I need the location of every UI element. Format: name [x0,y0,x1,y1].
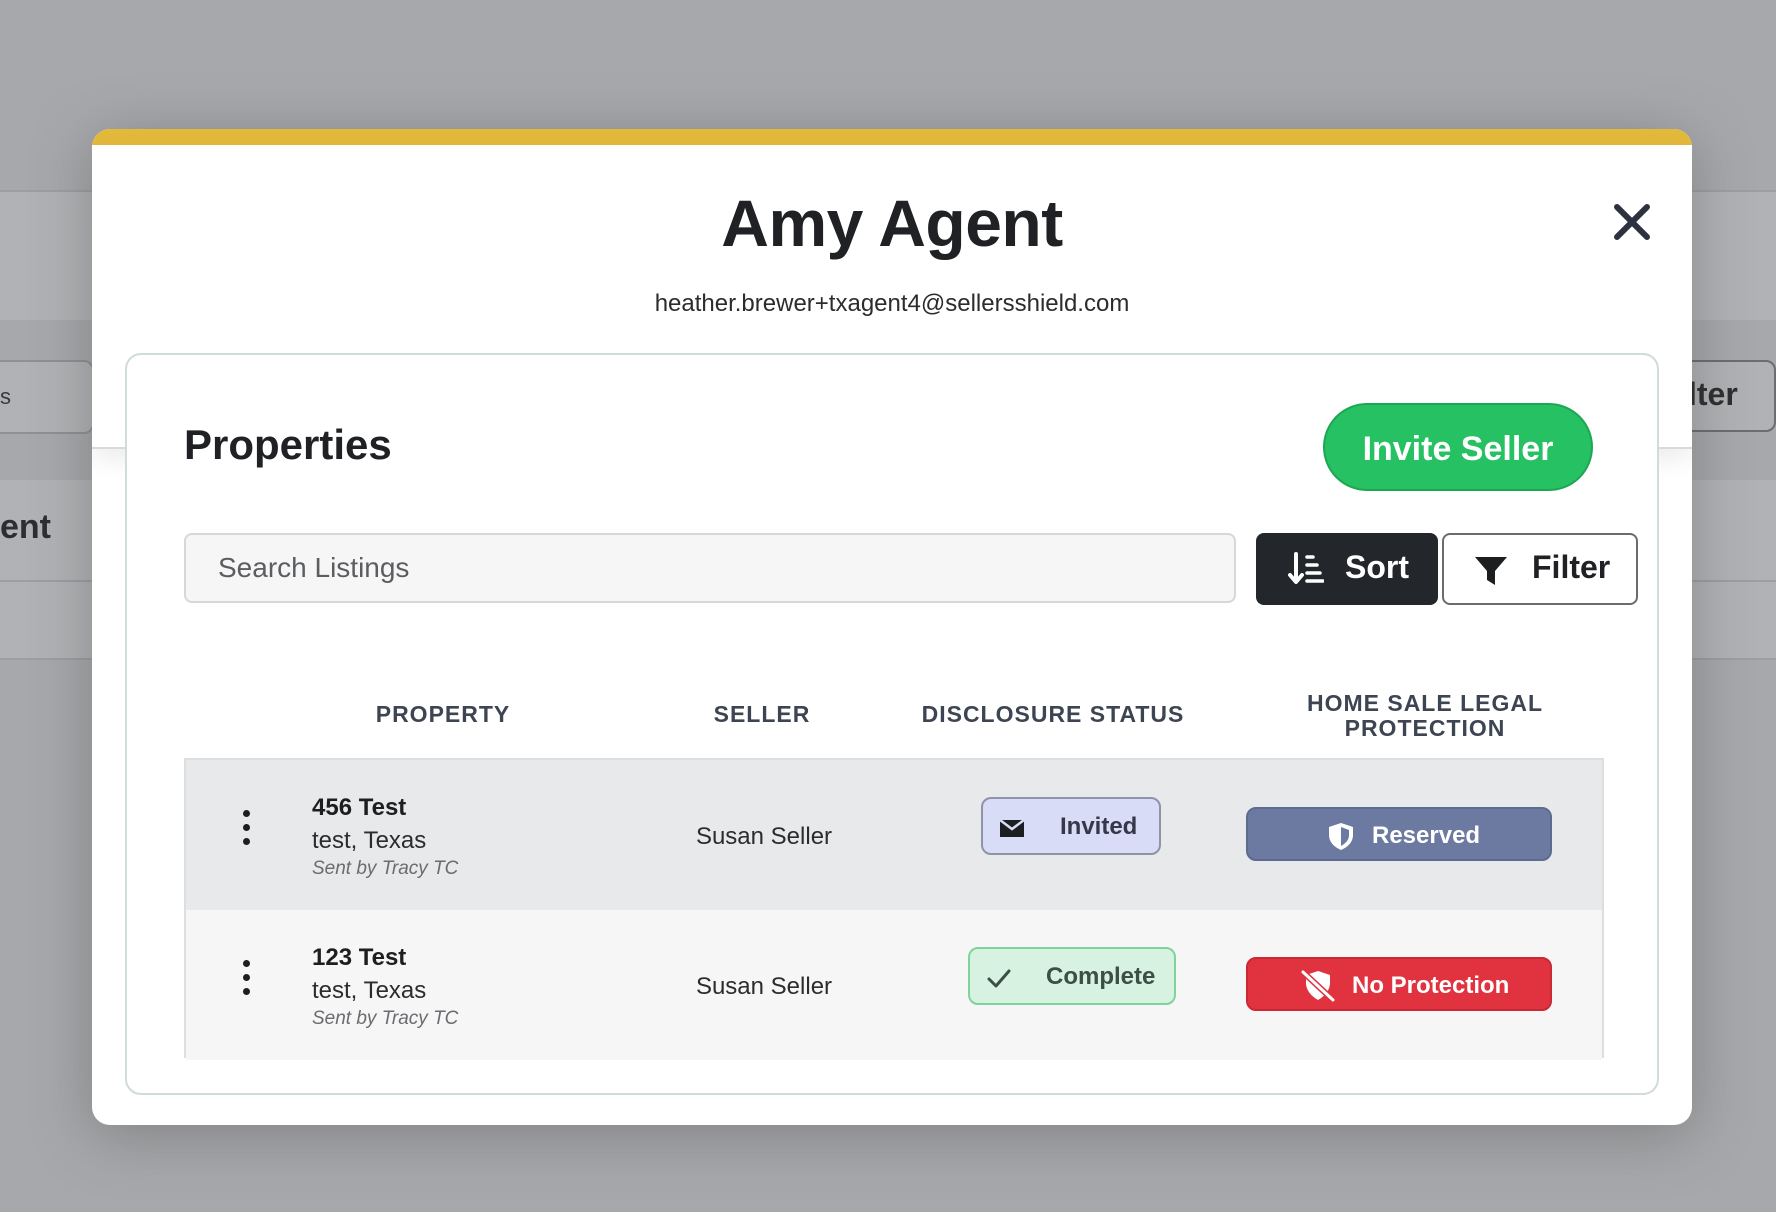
properties-card: Properties Invite Seller Sort Filter PRO… [125,353,1659,1095]
check-icon [987,969,1011,988]
property-city: test, Texas [312,977,427,1004]
background-filter-label: lter [1688,376,1738,412]
column-header-protection-line1: HOME SALE LEGAL [1306,690,1544,716]
background-field-text: s [0,384,11,409]
disclosure-status-label: Invited [1060,813,1138,840]
modal-title: Amy Agent [721,186,1063,260]
property-address: 456 Test [312,794,407,821]
properties-table: 456 Test test, Texas Sent by Tracy TC Su… [184,758,1604,1060]
protection-status-button[interactable]: Reserved [1246,807,1552,861]
property-address: 123 Test [312,944,407,971]
protection-status-label: Reserved [1372,822,1481,849]
column-header-protection: HOME SALE LEGAL PROTECTION [1275,691,1575,741]
close-icon [1614,204,1650,240]
shield-slash-icon [1300,969,1336,1003]
table-row: 123 Test test, Texas Sent by Tracy TC Su… [186,910,1602,1060]
modal-accent-bar [92,129,1692,145]
column-header-property: PROPERTY [375,701,511,727]
column-header-disclosure-status: DISCLOSURE STATUS [921,701,1185,727]
protection-status-label: No Protection [1352,972,1510,999]
column-header-protection-line2: PROTECTION [1344,715,1506,741]
sort-label: Sort [1345,549,1409,585]
disclosure-status-badge: Invited [981,797,1161,855]
protection-status-button[interactable]: No Protection [1246,957,1552,1011]
table-row: 456 Test test, Texas Sent by Tracy TC Su… [186,760,1602,911]
kebab-dot [243,988,250,995]
property-sent-by: Sent by Tracy TC [312,1008,459,1029]
sort-icon [1288,552,1324,584]
kebab-dot [243,960,250,967]
invite-seller-button[interactable]: Invite Seller [1323,403,1593,491]
seller-name: Susan Seller [695,823,833,850]
agent-modal: Amy Agent heather.brewer+txagent4@seller… [92,129,1692,1125]
filter-button[interactable]: Filter [1442,533,1638,605]
search-listings-input[interactable] [184,533,1236,603]
disclosure-status-badge: Complete [968,947,1176,1005]
envelope-icon [999,819,1025,837]
kebab-dot [243,974,250,981]
seller-name: Susan Seller [695,973,833,1000]
close-button[interactable] [1611,201,1653,243]
shield-icon [1329,823,1353,850]
filter-label: Filter [1532,549,1611,585]
kebab-dot [243,838,250,845]
sort-button[interactable]: Sort [1256,533,1438,605]
column-header-seller: SELLER [713,701,811,727]
row-menu-button[interactable] [234,810,258,850]
row-menu-button[interactable] [234,960,258,1000]
property-sent-by: Sent by Tracy TC [312,858,459,879]
agent-email: heather.brewer+txagent4@sellersshield.co… [654,290,1130,317]
kebab-dot [243,810,250,817]
properties-heading: Properties [184,421,392,468]
background-text-fragment: ent [0,508,51,546]
kebab-dot [243,824,250,831]
background-field-fragment: s [0,360,94,434]
disclosure-status-label: Complete [1046,963,1156,990]
filter-icon [1475,557,1507,585]
property-city: test, Texas [312,827,427,854]
